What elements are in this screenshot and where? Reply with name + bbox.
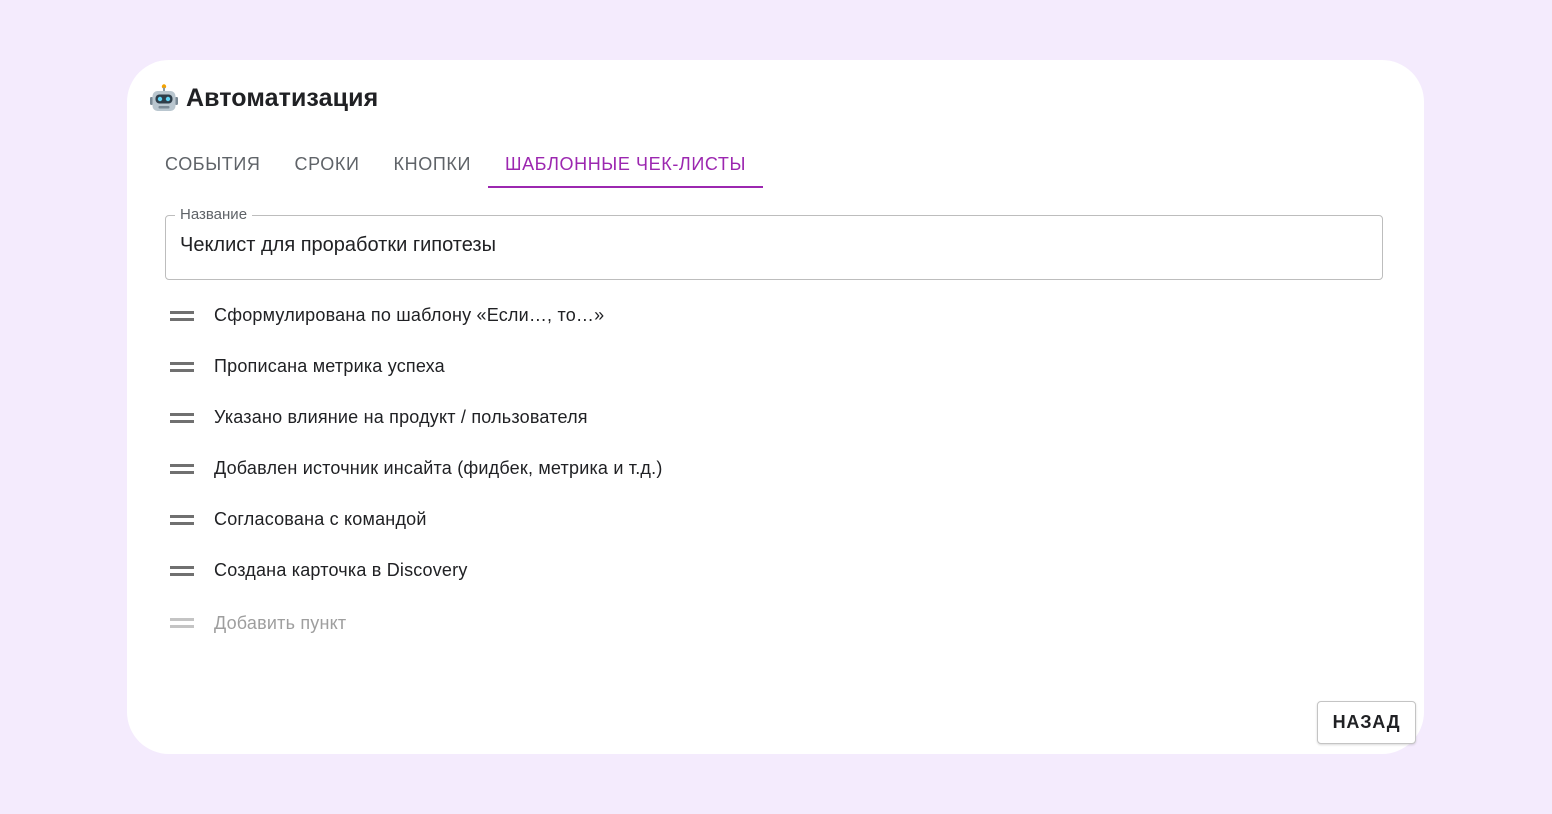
tab-template-checklists[interactable]: ШАБЛОННЫЕ ЧЕК-ЛИСТЫ <box>487 142 764 188</box>
tab-deadlines[interactable]: СРОКИ <box>277 142 376 186</box>
list-item[interactable]: Указано влияние на продукт / пользовател… <box>170 392 1370 443</box>
tab-bar: СОБЫТИЯ СРОКИ КНОПКИ ШАБЛОННЫЕ ЧЕК-ЛИСТЫ <box>148 142 764 188</box>
list-item-text[interactable]: Согласована с командой <box>214 509 427 530</box>
robot-icon <box>149 83 179 113</box>
drag-handle-icon[interactable] <box>170 512 194 528</box>
tab-buttons[interactable]: КНОПКИ <box>377 142 488 186</box>
list-item[interactable]: Сформулирована по шаблону «Если…, то…» <box>170 290 1370 341</box>
automation-card: Автоматизация СОБЫТИЯ СРОКИ КНОПКИ ШАБЛО… <box>127 60 1424 754</box>
checklist-name-field: Название <box>165 206 1383 280</box>
add-item-row <box>170 605 614 641</box>
list-item-text[interactable]: Указано влияние на продукт / пользовател… <box>214 407 588 428</box>
title-row: Автоматизация <box>149 80 378 116</box>
tab-events[interactable]: СОБЫТИЯ <box>148 142 277 186</box>
add-item-input[interactable] <box>214 612 614 634</box>
checklist-items: Сформулирована по шаблону «Если…, то…» П… <box>170 290 1370 596</box>
page-title: Автоматизация <box>186 83 379 112</box>
checklist-name-label: Название <box>175 206 253 224</box>
drag-handle-icon[interactable] <box>170 359 194 375</box>
drag-handle-icon[interactable] <box>170 461 194 477</box>
list-item[interactable]: Прописана метрика успеха <box>170 341 1370 392</box>
drag-handle-icon <box>170 615 194 631</box>
checklist-name-input[interactable] <box>180 234 1360 257</box>
list-item-text[interactable]: Создана карточка в Discovery <box>214 560 468 581</box>
list-item-text[interactable]: Прописана метрика успеха <box>214 356 445 377</box>
back-button[interactable]: НАЗАД <box>1317 701 1416 744</box>
list-item[interactable]: Создана карточка в Discovery <box>170 545 1370 596</box>
list-item-text[interactable]: Сформулирована по шаблону «Если…, то…» <box>214 305 604 326</box>
drag-handle-icon[interactable] <box>170 410 194 426</box>
drag-handle-icon[interactable] <box>170 308 194 324</box>
list-item[interactable]: Согласована с командой <box>170 494 1370 545</box>
list-item-text[interactable]: Добавлен источник инсайта (фидбек, метри… <box>214 458 663 479</box>
list-item[interactable]: Добавлен источник инсайта (фидбек, метри… <box>170 443 1370 494</box>
drag-handle-icon[interactable] <box>170 563 194 579</box>
